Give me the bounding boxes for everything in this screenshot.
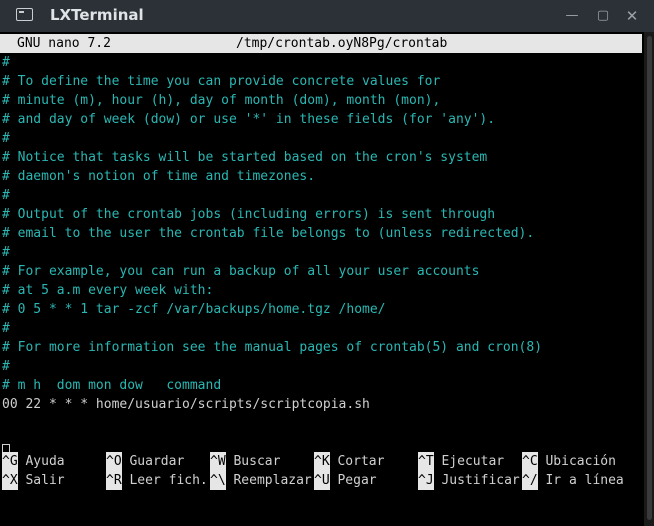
shortcut-key: ^U [314,471,330,490]
comment-line: # [2,321,10,336]
window-title: LXTerminal [50,6,144,24]
shortcut-key: ^G [2,452,18,471]
shortcut-label: Ejecutar [441,454,505,469]
shortcut-key: ^R [106,471,122,490]
comment-line: # For example, you can run a backup of a… [2,264,480,279]
shortcut-label: Justificar [441,473,520,488]
comment-line: # 0 5 * * 1 tar -zcf /var/backups/home.t… [2,302,386,317]
comment-line: # [2,359,10,374]
shortcut-item: ^\ Reemplazar [210,471,312,490]
shortcut-key: ^T [418,452,434,471]
comment-line: # and day of week (dow) or use '*' in th… [2,112,496,127]
nano-filename: /tmp/crontab.oyN8Pg/crontab [236,36,448,51]
terminal-area[interactable]: GNU nano 7.2 /tmp/crontab.oyN8Pg/crontab… [0,32,654,526]
nano-header: GNU nano 7.2 /tmp/crontab.oyN8Pg/crontab [0,34,642,53]
comment-line: # at 5 a.m every week with: [2,283,214,298]
scrollbar-thumb[interactable] [647,36,652,520]
comment-line: # m h dom mon dow command [2,378,222,393]
shortcut-label: Ayuda [25,454,65,469]
shortcut-key: ^C [522,452,538,471]
shortcut-item: ^R Leer fich. [106,471,208,490]
shortcut-key: ^O [106,452,122,471]
shortcut-label: Reemplazar [233,473,312,488]
shortcut-key: ^/ [522,471,538,490]
comment-line: # email to the user the crontab file bel… [2,226,535,241]
shortcut-label: Buscar [233,454,281,469]
shortcut-label: Ir a línea [545,473,624,488]
shortcut-label: Salir [25,473,65,488]
shortcut-key: ^X [2,471,18,490]
shortcut-item: ^T Ejecutar [418,452,504,471]
close-button[interactable]: ✕ [621,6,643,26]
comment-line: # Output of the crontab jobs (including … [2,207,496,222]
shortcut-label: Leer fich. [129,473,208,488]
comment-line: # daemon's notion of time and timezones. [2,169,316,184]
minimize-button[interactable]: — [561,6,583,26]
maximize-button[interactable]: ▢ [592,6,614,26]
lxterminal-window: LXTerminal — ▢ ✕ GNU nano 7.2 /tmp/cront… [0,0,654,526]
shortcut-label: Ubicación [545,454,616,469]
shortcut-item: ^J Justificar [418,471,520,490]
shortcut-item: ^O Guardar [106,452,184,471]
shortcut-item: ^X Salir [2,471,65,490]
shortcut-item: ^K Cortar [314,452,384,471]
shortcut-item: ^/ Ir a línea [522,471,624,490]
comment-line: # [2,245,10,260]
shortcut-item: ^W Buscar [210,452,280,471]
title-bar[interactable]: LXTerminal — ▢ ✕ [0,0,654,32]
shortcut-label: Cortar [337,454,385,469]
scrollbar[interactable] [644,32,654,526]
shortcut-label: Pegar [337,473,377,488]
comment-line: # Notice that tasks will be started base… [2,150,488,165]
comment-line: # To define the time you can provide con… [2,74,441,89]
shortcut-key: ^K [314,452,330,471]
shortcut-item: ^C Ubicación [522,452,616,471]
shortcut-item: ^G Ayuda [2,452,65,471]
shortcut-key: ^\ [210,471,226,490]
shortcut-key: ^J [418,471,434,490]
comment-line: # [2,131,10,146]
shortcut-item: ^U Pegar [314,471,377,490]
comment-line: # [2,188,10,203]
comment-line: # minute (m), hour (h), day of month (do… [2,93,441,108]
crontab-entry-line: 00 22 * * * home/usuario/scripts/scriptc… [2,397,370,412]
comment-line: # For more information see the manual pa… [2,340,543,355]
nano-version: GNU nano 7.2 [17,36,111,51]
shortcut-key: ^W [210,452,226,471]
terminal-icon [16,8,33,21]
comment-line: # [2,55,10,70]
shortcut-label: Guardar [129,454,185,469]
